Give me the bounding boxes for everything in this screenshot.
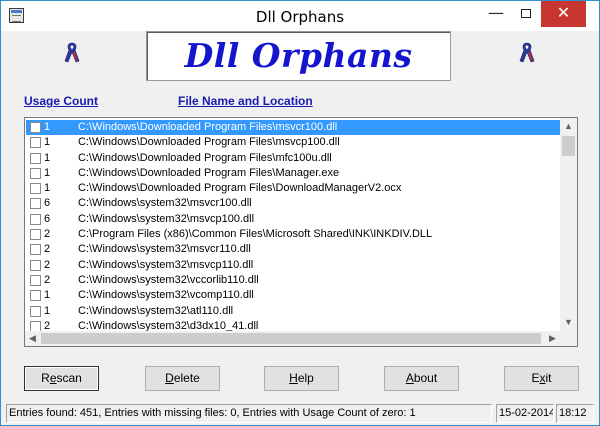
row-checkbox[interactable] [30, 213, 41, 225]
usage-count: 1 [44, 136, 51, 149]
list-item[interactable]: 6 C:\Windows\system32\msvcp100.dll [26, 212, 561, 227]
scroll-up-arrow-icon[interactable]: ▲ [560, 118, 577, 135]
row-checkbox[interactable] [30, 152, 41, 164]
row-checkbox[interactable] [30, 259, 41, 271]
about-button[interactable]: About [384, 366, 459, 391]
horizontal-scroll-thumb[interactable] [41, 333, 541, 344]
list-item[interactable]: 1 C:\Windows\system32\vcomp110.dll [26, 288, 561, 303]
vertical-scroll-thumb[interactable] [562, 136, 575, 156]
row-checkbox[interactable] [30, 244, 41, 256]
list-item[interactable]: 1 C:\Windows\Downloaded Program Files\Man… [26, 166, 561, 181]
row-checkbox[interactable] [30, 167, 41, 179]
close-button[interactable]: ✕ [541, 1, 586, 27]
status-date: 15-02-2014 [496, 404, 554, 423]
row-checkbox[interactable] [30, 137, 41, 149]
status-bar: Entries found: 451, Entries with missing… [1, 403, 599, 425]
app-banner: Dll Orphans [146, 31, 451, 81]
usage-count: 6 [44, 197, 51, 210]
minimize-button[interactable]: — [481, 1, 511, 27]
file-path: C:\Windows\system32\msvcp100.dll [78, 212, 255, 225]
scrollbar-corner [560, 331, 577, 346]
title-bar[interactable]: Dll Orphans — ✕ [1, 1, 599, 31]
file-path: C:\Windows\Downloaded Program Files\msvc… [78, 121, 338, 133]
file-path: C:\Windows\system32\vccorlib110.dll [78, 273, 259, 286]
status-time: 18:12 [556, 404, 594, 423]
file-path: C:\Program Files (x86)\Common Files\Micr… [78, 228, 433, 241]
usage-count: 1 [44, 151, 51, 164]
exit-button[interactable]: Exit [504, 366, 579, 391]
list-rows: 1 C:\Windows\Downloaded Program Files\msv… [26, 120, 561, 334]
row-checkbox[interactable] [30, 122, 41, 133]
usage-count: 2 [44, 228, 51, 241]
orphans-list[interactable]: 1 C:\Windows\Downloaded Program Files\msv… [24, 117, 578, 347]
list-item[interactable]: 1 C:\Windows\Downloaded Program Files\Dow… [26, 181, 561, 196]
usage-count: 1 [44, 182, 51, 195]
list-item[interactable]: 6 C:\Windows\system32\msvcr100.dll [26, 196, 561, 211]
row-checkbox[interactable] [30, 229, 41, 241]
maximize-icon [521, 9, 531, 18]
row-checkbox[interactable] [30, 274, 41, 286]
awareness-ribbon-icon [64, 42, 80, 63]
maximize-button[interactable] [511, 1, 541, 27]
row-checkbox[interactable] [30, 290, 41, 302]
file-path: C:\Windows\system32\vcomp110.dll [78, 289, 254, 302]
file-path: C:\Windows\Downloaded Program Files\mfc1… [78, 151, 332, 164]
usage-count: 2 [44, 243, 51, 256]
help-button[interactable]: Help [264, 366, 339, 391]
list-item[interactable]: 1 C:\Windows\Downloaded Program Files\msv… [26, 135, 561, 150]
row-checkbox[interactable] [30, 305, 41, 317]
list-item[interactable]: 2 C:\Windows\system32\vccorlib110.dll [26, 273, 561, 288]
file-path: C:\Windows\Downloaded Program Files\Mana… [78, 166, 340, 179]
file-path: C:\Windows\system32\msvcp110.dll [78, 258, 254, 271]
status-entries: Entries found: 451, Entries with missing… [6, 404, 492, 423]
list-item[interactable]: 2 C:\Windows\system32\msvcp110.dll [26, 258, 561, 273]
scroll-right-arrow-icon[interactable]: ▶ [545, 331, 560, 346]
file-path: C:\Windows\system32\atl110.dll [78, 304, 234, 317]
list-item[interactable]: 2 C:\Windows\system32\msvcr110.dll [26, 242, 561, 257]
file-path: C:\Windows\Downloaded Program Files\Down… [78, 182, 402, 195]
awareness-ribbon-icon [519, 42, 535, 63]
rescan-button[interactable]: Rescan [24, 366, 99, 391]
file-path: C:\Windows\system32\msvcr100.dll [78, 197, 252, 210]
app-window: Dll Orphans — ✕ Dll Orphans Usage Count … [0, 0, 600, 426]
row-checkbox[interactable] [30, 198, 41, 210]
list-item[interactable]: 2 C:\Program Files (x86)\Common Files\Mic… [26, 227, 561, 242]
column-header-file-location[interactable]: File Name and Location [178, 94, 313, 108]
vertical-scrollbar[interactable]: ▲ ▼ [560, 118, 577, 331]
usage-count: 2 [44, 258, 51, 271]
list-item[interactable]: 1 C:\Windows\system32\atl110.dll [26, 304, 561, 319]
banner-title: Dll Orphans [184, 36, 413, 75]
usage-count: 2 [44, 273, 51, 286]
usage-count: 6 [44, 212, 51, 225]
usage-count: 1 [44, 121, 51, 133]
list-item[interactable]: 1 C:\Windows\Downloaded Program Files\mfc… [26, 151, 561, 166]
horizontal-scrollbar[interactable]: ◀ ▶ [25, 331, 560, 346]
scroll-left-arrow-icon[interactable]: ◀ [25, 331, 40, 346]
file-path: C:\Windows\Downloaded Program Files\msvc… [78, 136, 340, 149]
delete-button[interactable]: Delete [145, 366, 220, 391]
usage-count: 1 [44, 166, 51, 179]
row-checkbox[interactable] [30, 183, 41, 195]
file-path: C:\Windows\system32\msvcr110.dll [78, 243, 251, 256]
column-header-usage-count[interactable]: Usage Count [24, 94, 98, 108]
usage-count: 1 [44, 304, 51, 317]
list-item[interactable]: 1 C:\Windows\Downloaded Program Files\msv… [26, 120, 561, 136]
scroll-down-arrow-icon[interactable]: ▼ [560, 314, 577, 331]
usage-count: 1 [44, 289, 51, 302]
